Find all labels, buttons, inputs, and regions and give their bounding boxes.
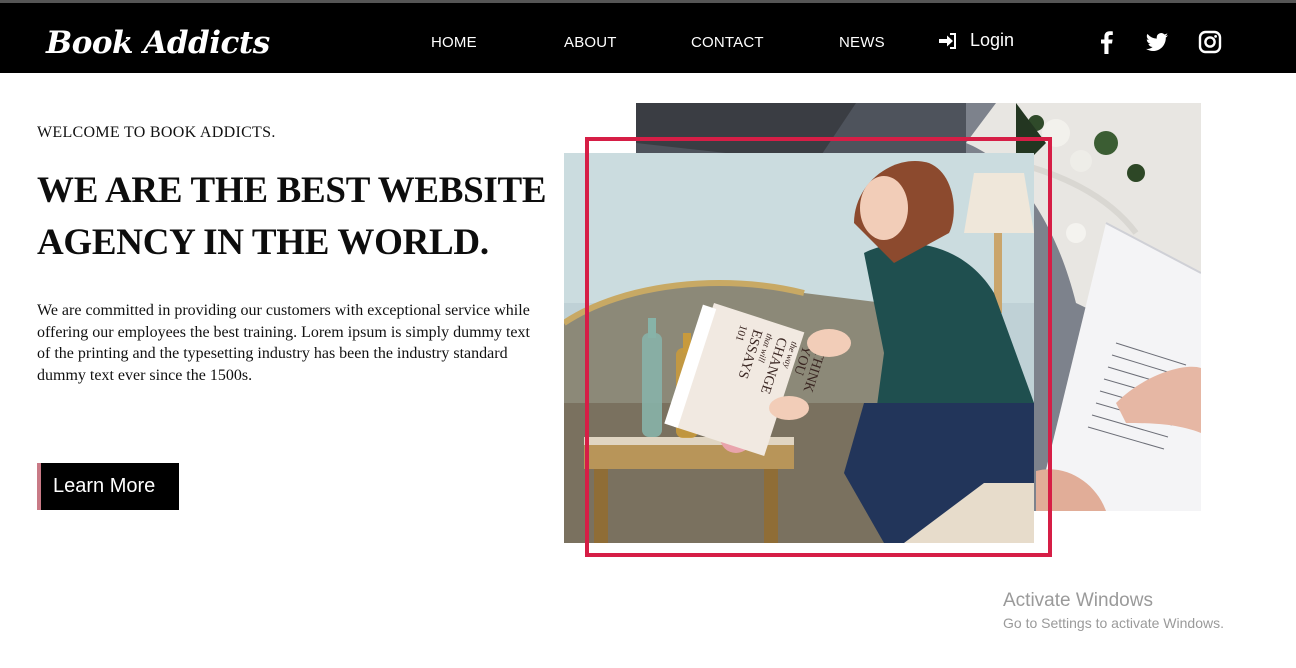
facebook-icon[interactable]: [1096, 30, 1120, 54]
login-link[interactable]: Login: [938, 30, 1014, 51]
welcome-text: WELCOME TO BOOK ADDICTS.: [37, 124, 276, 141]
watermark-title: Activate Windows: [1003, 590, 1153, 611]
nav-link-news[interactable]: NEWS: [839, 34, 885, 51]
hero-headline: WE ARE THE BEST WEBSITE AGENCY IN THE WO…: [37, 170, 547, 263]
nav-link-home[interactable]: HOME: [431, 34, 477, 51]
sign-in-icon: [938, 32, 958, 50]
windows-activation-watermark: Activate Windows Go to Settings to activ…: [1003, 590, 1224, 631]
hero-description: We are committed in providing our custom…: [37, 302, 530, 384]
navbar: Book Addicts HOME ABOUT CONTACT NEWS Log…: [0, 3, 1296, 73]
twitter-icon[interactable]: [1145, 30, 1169, 54]
hero-image-front: 101 ESSAYS that will CHANGE the way YOU …: [564, 153, 1034, 543]
nav-link-about[interactable]: ABOUT: [564, 34, 617, 51]
login-label: Login: [970, 30, 1015, 50]
instagram-icon[interactable]: [1198, 30, 1222, 54]
watermark-subtitle: Go to Settings to activate Windows.: [1003, 615, 1224, 631]
site-logo[interactable]: Book Addicts: [46, 25, 270, 61]
learn-more-button[interactable]: Learn More: [37, 463, 179, 510]
nav-link-contact[interactable]: CONTACT: [691, 34, 764, 51]
